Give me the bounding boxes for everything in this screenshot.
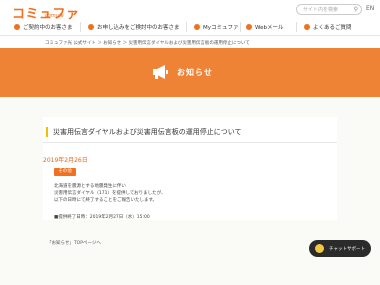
banner-heading: お知らせ [153, 65, 213, 79]
article-body-line: 災害用伝言ダイヤル（171）を提供しておりましたが、 [54, 191, 166, 196]
title-accent-bar [46, 127, 48, 137]
page-banner: お知らせ [0, 48, 380, 97]
nav-divider [186, 22, 187, 32]
nav-item-prospective-customers[interactable]: お申し込みをご検討中のお客さま [88, 23, 180, 31]
global-nav: ご契約中のお客さま お申し込みをご検討中のお客さま Myコミュファ Webメール… [0, 21, 380, 36]
search-placeholder: サイト内を検索 [303, 7, 339, 13]
nav-item-label: よくあるご質問 [313, 25, 352, 31]
nav-item-label: ご契約中のお客さま [23, 25, 73, 31]
title-divider [43, 142, 337, 143]
nav-item-current-customers[interactable]: ご契約中のお客さま [14, 23, 73, 31]
chat-support-label: チャットサポート [329, 246, 365, 252]
article-title-row: 災害用伝言ダイヤルおよび災害用伝言板の運用停止について [43, 127, 337, 137]
nav-item-faq[interactable]: よくあるご質問 [304, 23, 352, 31]
language-link[interactable]: EN [366, 5, 374, 12]
article-body: 北海道を震源とする地震発生に伴い 災害用伝言ダイヤル（171）を提供しておりまし… [54, 183, 166, 204]
back-to-news-link[interactable]: 「お知らせ」TOPページへ [47, 240, 101, 246]
search-input[interactable]: サイト内を検索 ⚲ [296, 4, 362, 15]
chat-support-icon [315, 244, 324, 253]
chat-support-button[interactable]: チャットサポート [309, 240, 371, 257]
nav-item-my-commufa[interactable]: Myコミュファ [194, 23, 239, 31]
nav-item-label: Webメール [255, 25, 284, 31]
search-icon[interactable]: ⚲ [354, 6, 358, 13]
nav-divider [240, 22, 241, 32]
megaphone-icon [153, 65, 168, 79]
person-icon [14, 24, 20, 30]
page-title: お知らせ [177, 67, 213, 77]
nav-item-label: Myコミュファ [203, 25, 239, 31]
category-badge: その他 [54, 168, 76, 176]
nav-item-webmail[interactable]: Webメール [246, 23, 284, 31]
document-icon [88, 24, 94, 30]
article-body-line: 北海道を震源とする地震発生に伴い [54, 184, 126, 189]
nav-divider [296, 22, 297, 32]
mail-icon [246, 24, 252, 30]
nav-divider [80, 22, 81, 32]
site-header: コミュファ comufa サイト内を検索 ⚲ EN ご契約中のお客さま お申し込… [0, 0, 380, 36]
article-body-line: 以下の日時にて終了することをご報告いたします。 [54, 198, 158, 203]
question-icon [304, 24, 310, 30]
article-date: 2019年2月26日 [43, 157, 88, 164]
breadcrumb[interactable]: コミュファ光 公式サイト ＞ お知らせ ＞ 災害用伝言ダイヤルおよび災害用伝言板… [45, 40, 250, 46]
heart-icon [194, 24, 200, 30]
nav-item-label: お申し込みをご検討中のお客さま [97, 25, 180, 31]
end-date-note: ■提供終了日時：2019年2月27日（水）15:00 [54, 215, 150, 220]
article-title: 災害用伝言ダイヤルおよび災害用伝言板の運用停止について [53, 128, 242, 136]
site-logo-sub: comufa [45, 13, 64, 19]
